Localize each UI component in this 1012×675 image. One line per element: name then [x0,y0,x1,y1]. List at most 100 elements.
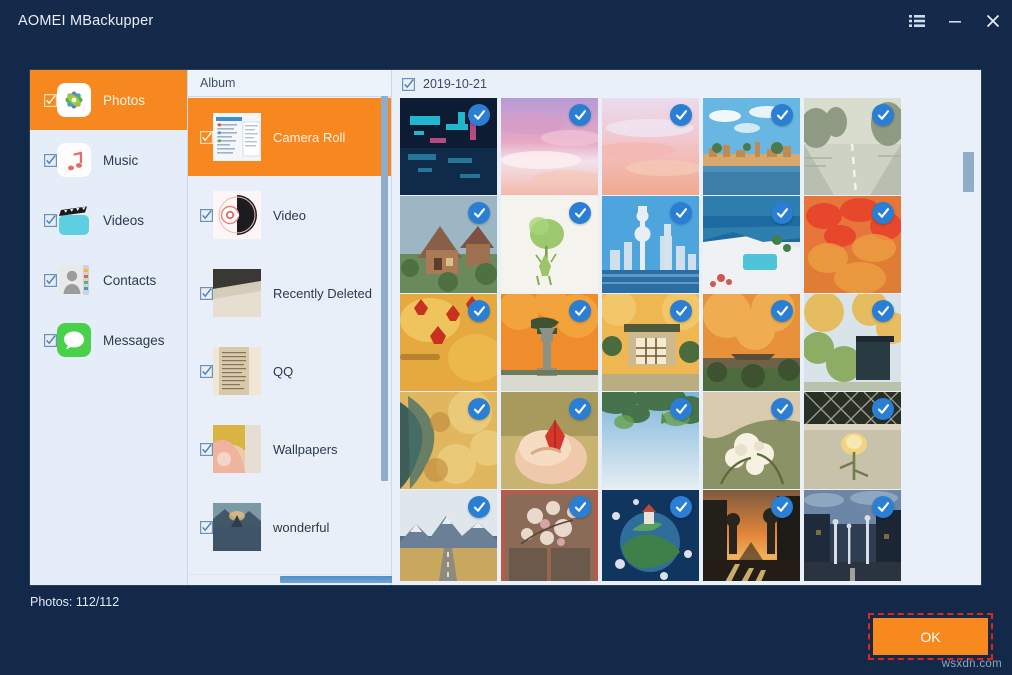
photo-selected-badge[interactable] [771,300,793,322]
album-hscrollbar-thumb[interactable] [280,576,400,583]
photo-thumbnail[interactable] [804,196,901,293]
sidebar-item-music[interactable]: Music [30,130,187,190]
photo-selected-badge[interactable] [468,398,490,420]
close-icon[interactable] [974,0,1012,41]
photo-selected-badge[interactable] [569,202,591,224]
album-thumbnail [213,425,261,473]
date-group-label: 2019-10-21 [423,77,487,91]
album-item-wallpapers[interactable]: Wallpapers [188,410,391,488]
photo-selected-badge[interactable] [872,202,894,224]
sidebar-item-label: Videos [103,213,144,228]
contacts-checkbox[interactable] [44,274,57,287]
photo-selected-badge[interactable] [468,104,490,126]
ok-button-highlight: OK [868,613,993,660]
album-item-recently-deleted[interactable]: Recently Deleted [188,254,391,332]
album-item-label: Wallpapers [273,442,338,457]
messages-icon [57,323,91,357]
category-sidebar: Photos [30,70,187,585]
photos-checkbox[interactable] [44,94,57,107]
photo-selected-badge[interactable] [872,300,894,322]
photo-selected-badge[interactable] [670,398,692,420]
date-group-header[interactable]: 2019-10-21 [392,70,981,98]
window-controls [898,0,1012,41]
photo-selected-badge[interactable] [872,104,894,126]
photo-thumbnail[interactable] [400,98,497,195]
photo-selected-badge[interactable] [468,496,490,518]
album-item-camera-roll[interactable]: Camera Roll [188,98,391,176]
photo-selected-badge[interactable] [771,496,793,518]
photo-scrollbar-thumb[interactable] [963,152,974,192]
menu-list-icon[interactable] [898,0,936,41]
album-hscrollbar-track[interactable] [188,574,391,585]
photo-selected-badge[interactable] [771,104,793,126]
album-scrollbar-thumb[interactable] [381,96,388,481]
sidebar-item-label: Messages [103,333,165,348]
videos-checkbox[interactable] [44,214,57,227]
photo-thumbnail[interactable] [703,490,800,581]
photo-selected-badge[interactable] [872,398,894,420]
photo-thumbnail[interactable] [804,98,901,195]
sidebar-item-videos[interactable]: Videos [30,190,187,250]
photo-thumbnail[interactable] [501,196,598,293]
photo-selected-badge[interactable] [670,202,692,224]
photo-thumbnail[interactable] [804,490,901,581]
sidebar-item-contacts[interactable]: Contacts [30,250,187,310]
photo-selected-badge[interactable] [569,398,591,420]
photo-selected-badge[interactable] [771,202,793,224]
photo-thumbnail[interactable] [501,294,598,391]
sidebar-item-label: Photos [103,93,145,108]
photo-thumbnail[interactable] [602,490,699,581]
date-group-checkbox[interactable] [402,78,415,91]
messages-checkbox[interactable] [44,334,57,347]
photo-thumbnail[interactable] [703,196,800,293]
album-thumbnail [213,347,261,395]
photo-selected-badge[interactable] [468,202,490,224]
album-item-video[interactable]: Video [188,176,391,254]
album-item-qq[interactable]: QQ [188,332,391,410]
album-thumbnail [213,113,261,161]
photo-thumbnail[interactable] [804,294,901,391]
photo-thumbnail[interactable] [703,392,800,489]
ok-button[interactable]: OK [873,618,988,655]
album-item-label: Camera Roll [273,130,345,145]
photo-selected-badge[interactable] [872,496,894,518]
photo-thumbnail[interactable] [703,294,800,391]
album-checkbox[interactable] [200,131,213,144]
album-checkbox[interactable] [200,365,213,378]
photo-selected-badge[interactable] [670,300,692,322]
photo-thumbnail[interactable] [400,392,497,489]
album-checkbox[interactable] [200,521,213,534]
photo-thumbnail[interactable] [804,392,901,489]
album-item-label: Video [273,208,306,223]
photo-thumbnail[interactable] [400,490,497,581]
photo-selected-badge[interactable] [569,300,591,322]
album-item-wonderful[interactable]: wonderful [188,488,391,566]
photo-thumbnail[interactable] [602,294,699,391]
photo-thumbnail[interactable] [703,98,800,195]
photo-selected-badge[interactable] [670,496,692,518]
sidebar-item-messages[interactable]: Messages [30,310,187,370]
minimize-icon[interactable] [936,0,974,41]
photo-thumbnail[interactable] [501,490,598,581]
photo-selected-badge[interactable] [468,300,490,322]
sidebar-item-photos[interactable]: Photos [30,70,187,130]
music-checkbox[interactable] [44,154,57,167]
photo-selected-badge[interactable] [569,104,591,126]
album-checkbox[interactable] [200,443,213,456]
photo-thumbnail[interactable] [602,98,699,195]
photo-thumbnail[interactable] [400,196,497,293]
photo-thumbnail[interactable] [501,392,598,489]
album-checkbox[interactable] [200,287,213,300]
photo-thumbnail[interactable] [400,294,497,391]
album-checkbox[interactable] [200,209,213,222]
photo-thumbnail[interactable] [501,98,598,195]
app-title: AOMEI MBackupper [18,13,153,29]
photo-thumbnail[interactable] [602,392,699,489]
photo-thumbnail[interactable] [602,196,699,293]
album-item-label: QQ [273,364,293,379]
photo-panel: 2019-10-21 [392,70,981,585]
photo-selected-badge[interactable] [569,496,591,518]
photo-selected-badge[interactable] [670,104,692,126]
videos-icon [57,203,91,237]
photo-selected-badge[interactable] [771,398,793,420]
